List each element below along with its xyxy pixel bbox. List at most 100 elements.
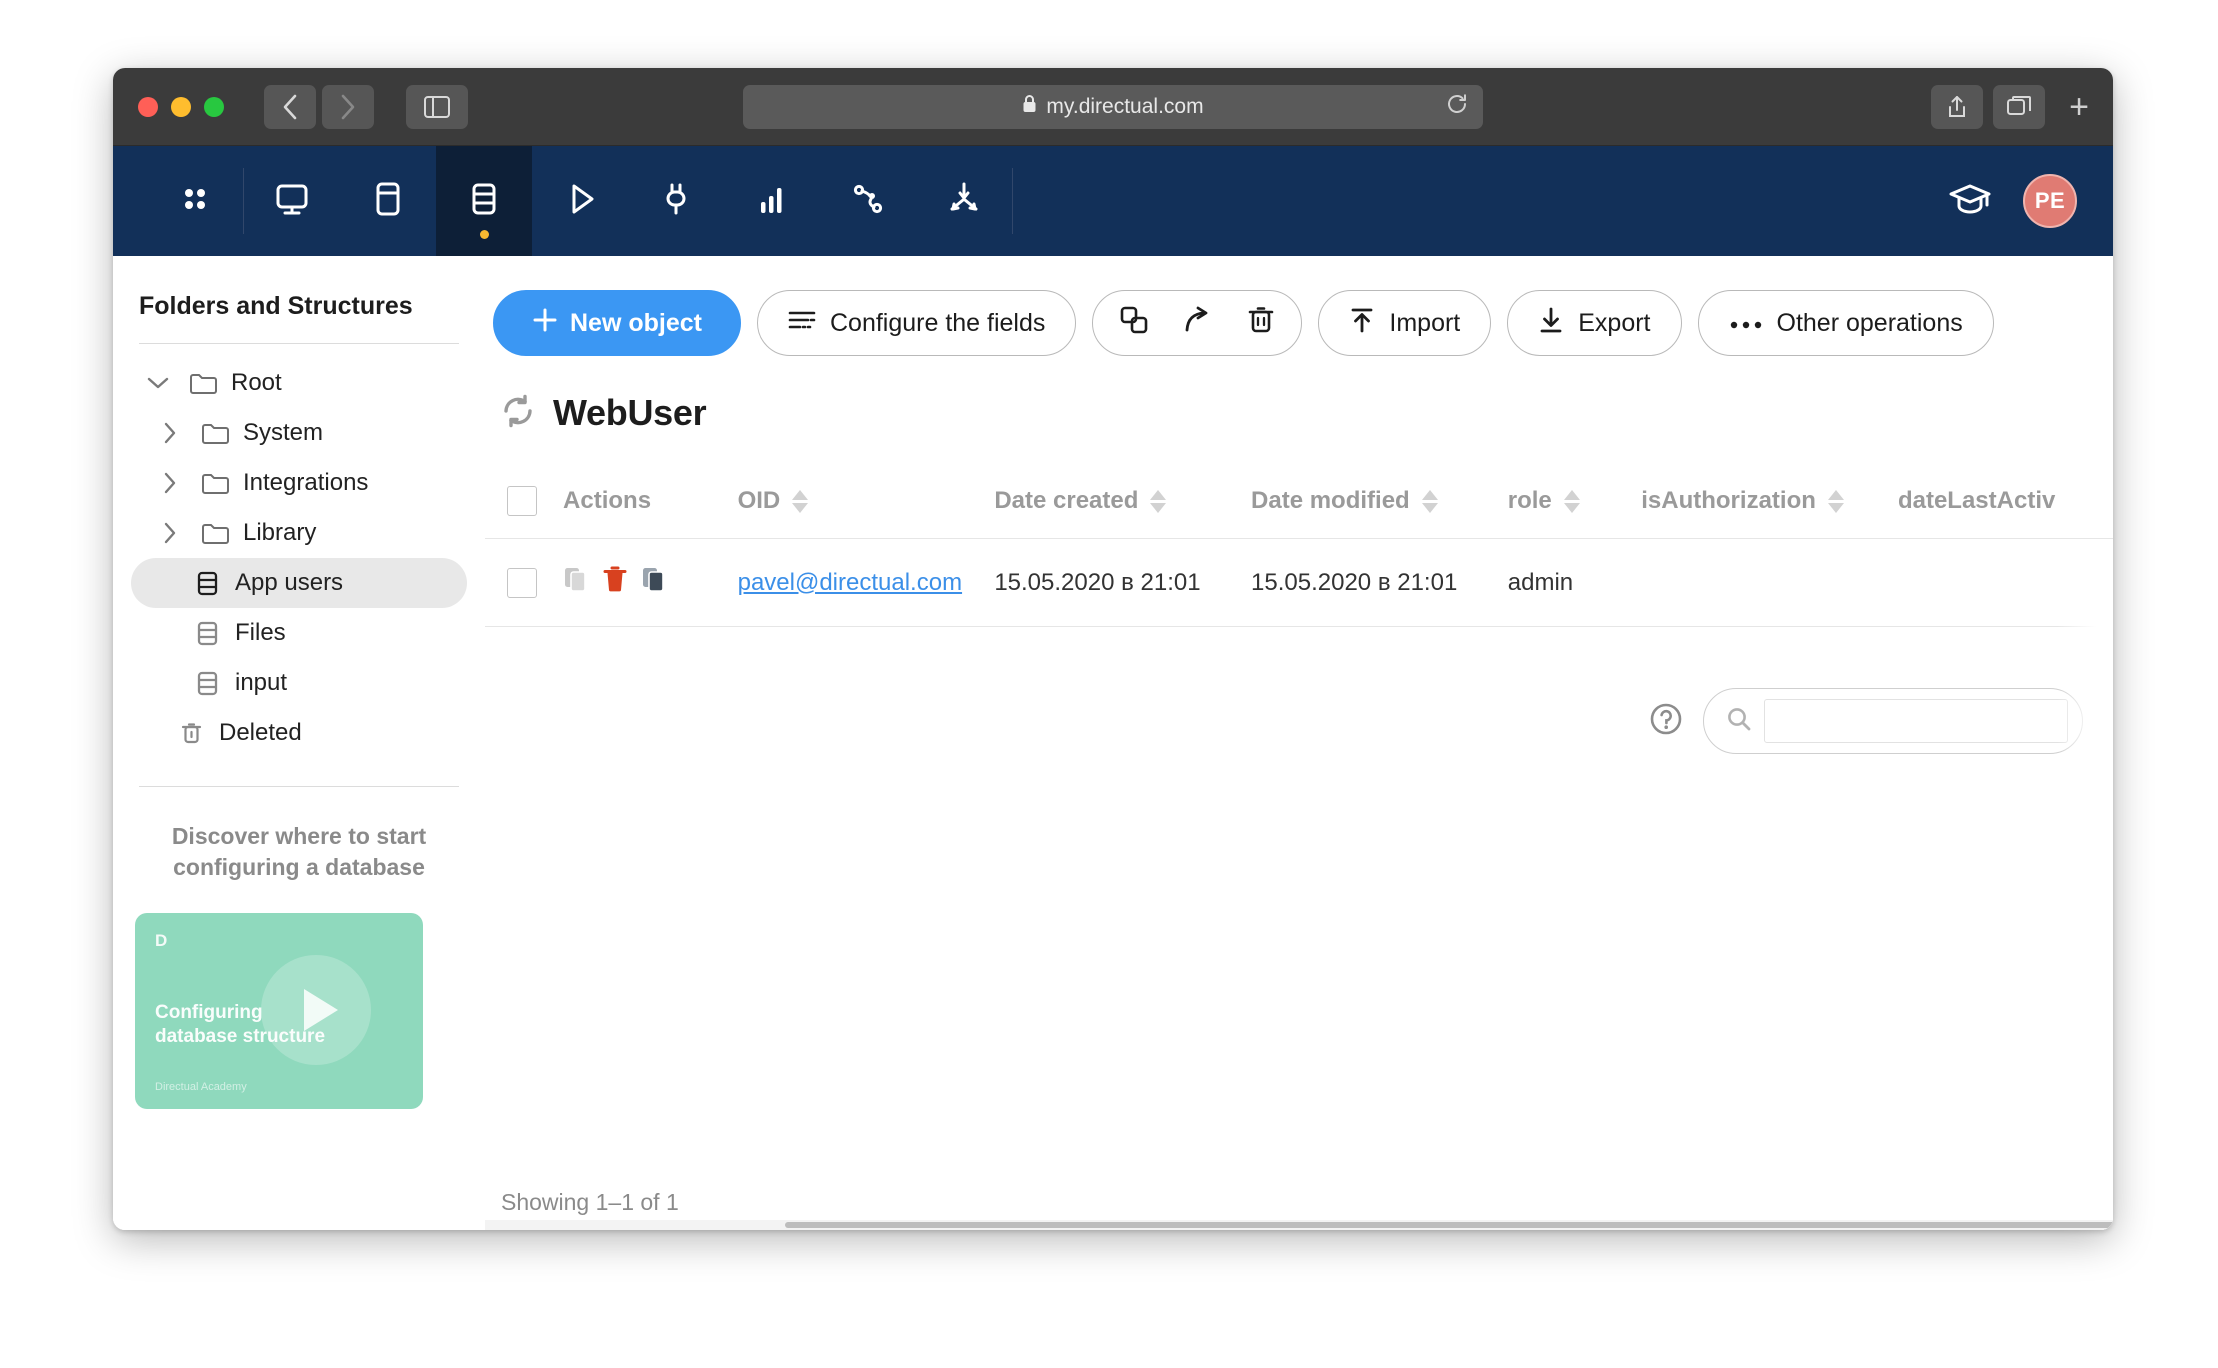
tree-item-input[interactable]: input <box>131 658 467 708</box>
address-bar[interactable]: my.directual.com <box>743 84 1483 129</box>
row-isauthorization-cell <box>1641 538 1898 627</box>
nav-left-padding <box>113 146 147 256</box>
new-object-button[interactable]: New object <box>493 290 741 356</box>
tree-item-deleted[interactable]: Deleted <box>131 708 467 758</box>
graduation-cap-icon[interactable] <box>1947 179 1993 224</box>
delete-icon[interactable] <box>603 565 627 600</box>
column-label: isAuthorization <box>1641 487 1816 514</box>
column-datelastactivity[interactable]: dateLastActiv <box>1897 464 2113 539</box>
column-role[interactable]: role <box>1507 464 1642 539</box>
objects-table: Actions OID Date created Date modified r… <box>485 464 2113 627</box>
search-input[interactable] <box>1764 699 2068 743</box>
export-button[interactable]: Export <box>1507 290 1682 356</box>
column-label: Date modified <box>1251 487 1410 514</box>
sort-arrows-icon[interactable] <box>1150 489 1167 513</box>
table-head: Actions OID Date created Date modified r… <box>485 464 2113 539</box>
sort-arrows-icon[interactable] <box>1563 489 1580 513</box>
move-arrow-icon[interactable] <box>1183 305 1213 342</box>
chevron-right-icon[interactable] <box>153 472 187 494</box>
sort-arrows-icon[interactable] <box>1421 489 1438 513</box>
sidebar-divider <box>139 343 459 344</box>
play-icon[interactable] <box>261 955 371 1066</box>
tree-item-root[interactable]: Root <box>131 358 467 408</box>
column-date-created[interactable]: Date created <box>994 464 1252 539</box>
chevron-right-icon[interactable] <box>153 422 187 444</box>
sort-arrows-icon[interactable] <box>1827 489 1844 513</box>
select-all-checkbox[interactable] <box>507 486 537 516</box>
configure-fields-button[interactable]: Configure the fields <box>756 290 1077 356</box>
avatar[interactable]: PE <box>2023 174 2077 228</box>
new-tab-button[interactable]: + <box>2069 90 2089 124</box>
promo-video-card[interactable]: D Configuring database structure Directu… <box>135 913 423 1110</box>
url-text: my.directual.com <box>1046 94 1204 118</box>
database-icon <box>462 177 506 226</box>
trash-icon <box>175 720 207 747</box>
monitor-icon <box>270 177 314 226</box>
nav-converge[interactable] <box>916 146 1012 256</box>
nav-scenarios[interactable] <box>532 146 628 256</box>
tree-item-system[interactable]: System <box>131 408 467 458</box>
promo-heading: Discover where to start configuring a da… <box>147 821 451 883</box>
row-checkbox[interactable] <box>507 567 537 598</box>
window-controls[interactable] <box>138 96 224 117</box>
chevron-right-icon[interactable] <box>153 522 187 544</box>
minimize-window-button[interactable] <box>171 96 191 117</box>
nav-right-group: PE <box>1947 146 2113 256</box>
folder-icon <box>199 521 231 546</box>
nav-database[interactable] <box>436 146 532 256</box>
nav-card-panel[interactable] <box>340 146 436 256</box>
nav-monitor[interactable] <box>244 146 340 256</box>
column-select-all <box>485 464 564 539</box>
column-label: dateLastActiv <box>1897 487 2056 514</box>
close-window-button[interactable] <box>138 96 158 117</box>
tab-overview-icon[interactable] <box>1993 84 2046 129</box>
copy-icon[interactable] <box>563 565 589 600</box>
sort-arrows-icon[interactable] <box>792 489 809 513</box>
reload-icon[interactable] <box>1445 92 1469 122</box>
forward-button[interactable] <box>322 84 374 129</box>
new-object-label: New object <box>570 308 702 337</box>
refresh-icon[interactable] <box>501 394 535 433</box>
structure-icon <box>191 620 223 647</box>
import-button[interactable]: Import <box>1318 290 1492 356</box>
horizontal-scrollbar-thumb[interactable] <box>785 1222 2113 1228</box>
chevron-down-icon[interactable] <box>141 376 175 390</box>
promo-heading-line1: Discover where to start <box>171 823 427 849</box>
tree-item-integrations[interactable]: Integrations <box>131 458 467 508</box>
sidebar: Folders and Structures Root System Integ… <box>113 256 485 1230</box>
tree-item-library[interactable]: Library <box>131 508 467 558</box>
nav-workflow[interactable] <box>820 146 916 256</box>
maximize-window-button[interactable] <box>204 96 224 117</box>
copy-icon[interactable] <box>1119 305 1149 342</box>
duplicate-icon[interactable] <box>641 565 667 600</box>
column-oid[interactable]: OID <box>737 464 995 539</box>
table-row[interactable]: pavel@directual.com 15.05.2020 в 21:01 1… <box>485 538 2113 627</box>
tree-item-files[interactable]: Files <box>131 608 467 658</box>
other-operations-button[interactable]: Other operations <box>1697 290 1994 356</box>
help-circle-icon[interactable] <box>1649 702 1683 741</box>
sidebar-toggle-icon[interactable] <box>406 84 468 129</box>
trash-icon[interactable] <box>1247 305 1275 342</box>
share-icon[interactable] <box>1931 84 1984 129</box>
row-date-modified-cell: 15.05.2020 в 21:01 <box>1251 538 1508 627</box>
table-header-row: Actions OID Date created Date modified r… <box>485 464 2113 539</box>
column-date-modified[interactable]: Date modified <box>1251 464 1508 539</box>
nav-analytics[interactable] <box>724 146 820 256</box>
tree-item-label: Library <box>243 519 317 546</box>
column-label: OID <box>737 487 781 514</box>
sidebar-title: Folders and Structures <box>139 292 413 320</box>
export-label: Export <box>1578 308 1651 337</box>
tree-item-app-users[interactable]: App users <box>131 558 467 608</box>
structure-title-row: WebUser <box>485 356 2113 434</box>
import-label: Import <box>1389 308 1461 337</box>
column-isauthorization[interactable]: isAuthorization <box>1641 464 1898 539</box>
horizontal-scrollbar[interactable] <box>485 1220 2113 1230</box>
oid-link[interactable]: pavel@directual.com <box>738 569 962 596</box>
folder-icon <box>199 421 231 446</box>
search-pill[interactable] <box>1703 688 2083 754</box>
nav-apps-grid[interactable] <box>147 146 243 256</box>
sliders-icon <box>788 309 816 338</box>
back-button[interactable] <box>264 84 316 129</box>
tree-item-label: Root <box>231 369 282 396</box>
nav-plugins[interactable] <box>628 146 724 256</box>
